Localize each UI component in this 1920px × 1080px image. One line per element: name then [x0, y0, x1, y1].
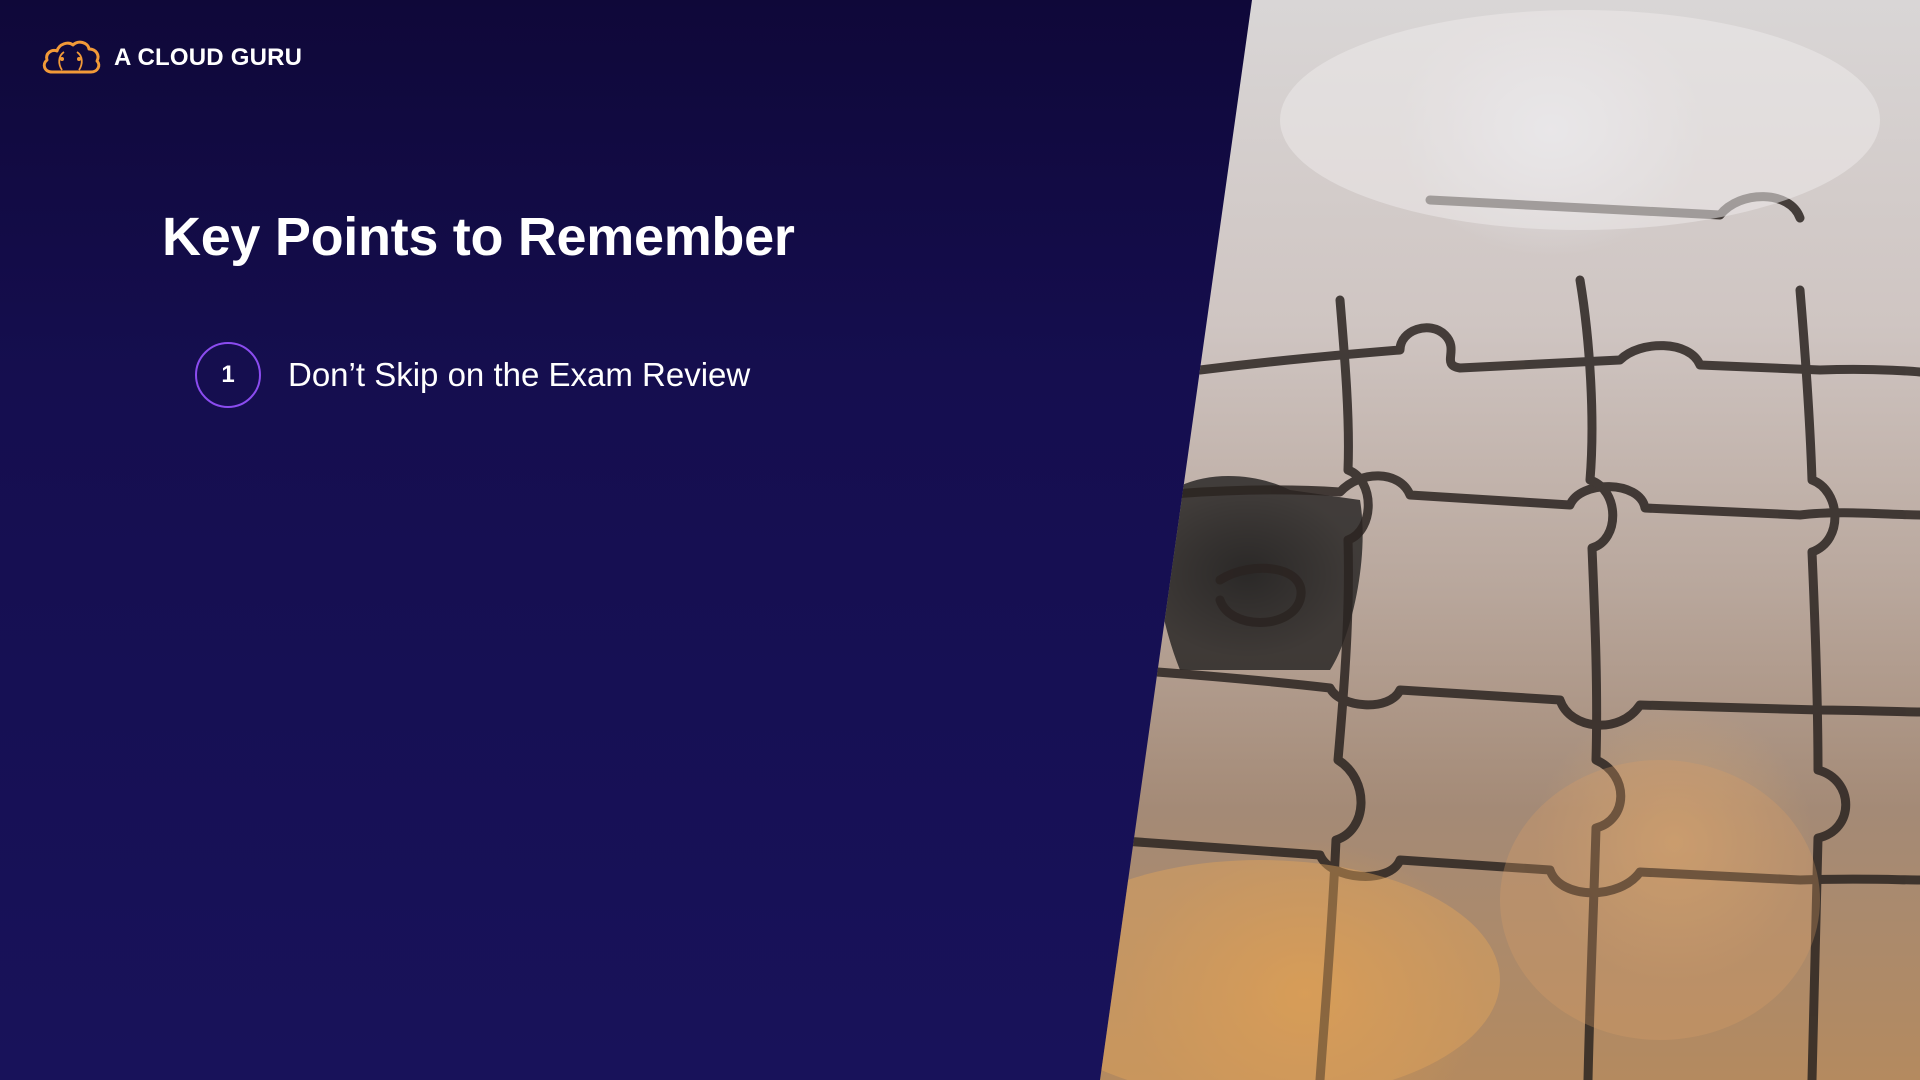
puzzle-photo [1100, 0, 1920, 1080]
brand-logo: A CLOUD GURU [40, 38, 302, 78]
cloud-icon [42, 40, 101, 74]
puzzle-pieces-image [1100, 10, 1920, 1080]
slide-title: Key Points to Remember [162, 207, 795, 267]
list-item: 1 Don’t Skip on the Exam Review [195, 342, 750, 408]
slide: A CLOUD GURU Key Points to Remember 1 Do… [0, 0, 1920, 1080]
key-points-list: 1 Don’t Skip on the Exam Review [195, 342, 750, 408]
brand-name: A CLOUD GURU [114, 44, 303, 71]
point-text: Don’t Skip on the Exam Review [288, 356, 751, 393]
point-number-badge: 1 [195, 342, 261, 408]
